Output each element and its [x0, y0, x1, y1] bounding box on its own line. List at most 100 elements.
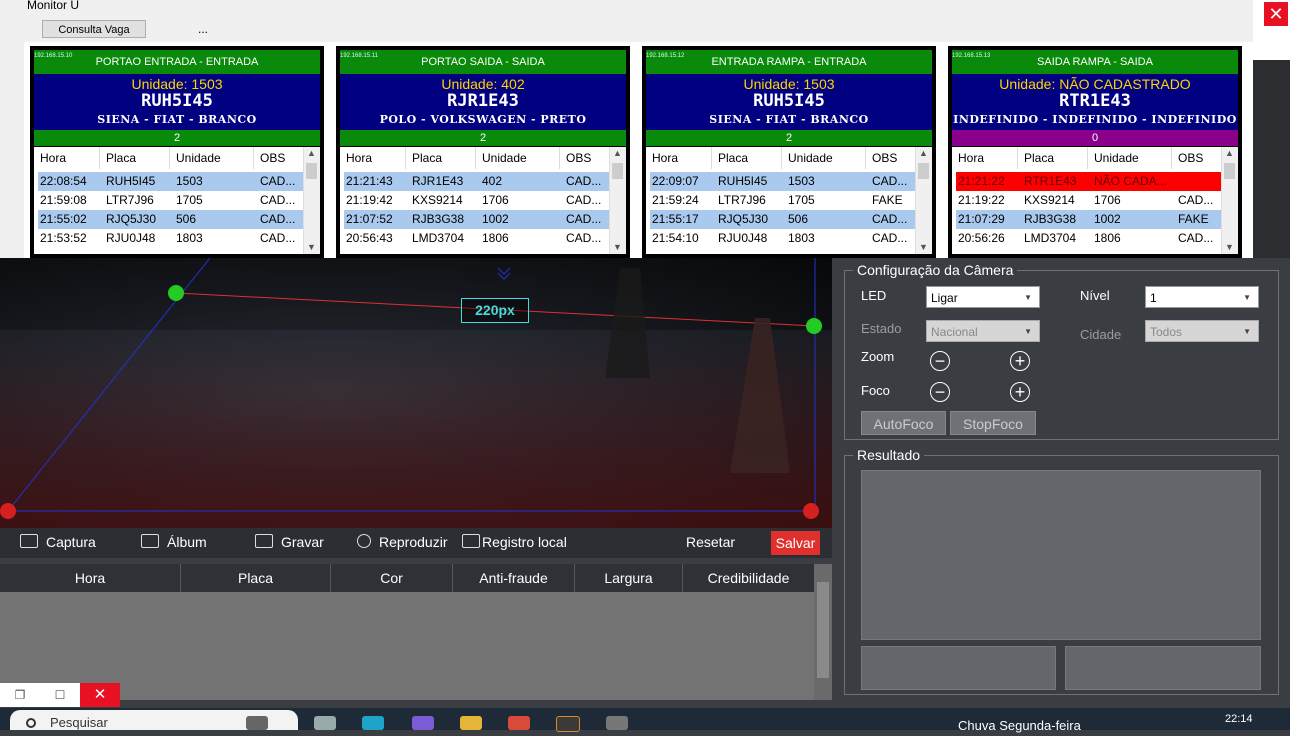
chevron-down-icon[interactable]: ▼	[307, 242, 316, 252]
panel-row[interactable]: 21:59:08 LTR7J96 1705 CAD...	[38, 191, 304, 210]
col-credibilidade[interactable]: Credibilidade	[683, 564, 814, 592]
panel-row[interactable]: 21:54:10 RJU0J48 1803 CAD...	[650, 229, 916, 248]
col-cor[interactable]: Cor	[331, 564, 453, 592]
panel-row[interactable]: 21:21:22 RTR1E43 NÃO CADA...	[956, 172, 1222, 191]
scroll-thumb[interactable]	[612, 163, 623, 179]
copilot-icon[interactable]	[412, 716, 434, 730]
chevron-up-icon[interactable]: ▲	[1225, 148, 1234, 158]
panel-row[interactable]: 21:55:17 RJQ5J30 506 CAD...	[650, 210, 916, 229]
nivel-select[interactable]: 1 ▼	[1145, 286, 1259, 308]
panel-col-header[interactable]: Placa	[1018, 147, 1088, 169]
panel-row[interactable]: 21:55:02 RJQ5J30 506 CAD...	[38, 210, 304, 229]
panel-col-header[interactable]: Placa	[712, 147, 782, 169]
estado-select[interactable]: Nacional ▼	[926, 320, 1040, 342]
salvar-button[interactable]: Salvar	[771, 531, 820, 555]
stopfoco-button[interactable]: StopFoco	[950, 411, 1036, 435]
restore-icon[interactable]: ❐	[0, 683, 40, 707]
col-placa[interactable]: Placa	[181, 564, 331, 592]
panel-row[interactable]: 21:07:29 RJB3G38 1002 FAKE	[956, 210, 1222, 229]
camera-toolbar: Captura Álbum Gravar Reproduzir Registro…	[0, 528, 832, 558]
panel-scrollbar[interactable]: ▲ ▼	[303, 147, 320, 254]
chevron-up-icon[interactable]: ▲	[919, 148, 928, 158]
scroll-thumb[interactable]	[306, 163, 317, 179]
col-anti-fraude[interactable]: Anti-fraude	[453, 564, 575, 592]
chevron-down-icon[interactable]: ▼	[1225, 242, 1234, 252]
weather-widget[interactable]: Chuva Segunda-feira	[958, 718, 1081, 733]
chevron-up-icon[interactable]: ▲	[613, 148, 622, 158]
panel-row[interactable]: 20:56:26 LMD3704 1806 CAD...	[956, 229, 1222, 248]
panel-scrollbar[interactable]: ▲ ▼	[1221, 147, 1238, 254]
captura-button[interactable]: Captura	[20, 534, 96, 550]
results-table-body[interactable]	[0, 592, 814, 700]
panel-col-header[interactable]: Hora	[340, 147, 406, 169]
close-icon[interactable]: ✕	[1264, 2, 1288, 26]
panel-col-header[interactable]: Unidade	[1088, 147, 1172, 169]
panel-row[interactable]: 21:19:22 KXS9214 1706 CAD...	[956, 191, 1222, 210]
app-icon-2[interactable]	[606, 716, 628, 730]
panel-col-header[interactable]: OBS	[560, 147, 610, 169]
taskbar-clock[interactable]: 22:14	[1225, 713, 1253, 725]
close-icon-2[interactable]: ✕	[80, 683, 120, 707]
panel-row[interactable]: 21:59:24 LTR7J96 1705 FAKE	[650, 191, 916, 210]
measure-handle-left[interactable]	[168, 285, 184, 301]
led-select[interactable]: Ligar ▼	[926, 286, 1040, 308]
panel-col-header[interactable]: Hora	[34, 147, 100, 169]
maximize-icon[interactable]: ☐	[40, 683, 80, 707]
cidade-select[interactable]: Todos ▼	[1145, 320, 1259, 342]
panel-row[interactable]: 22:08:54 RUH5I45 1503 CAD...	[38, 172, 304, 191]
measure-handle-right[interactable]	[806, 318, 822, 334]
autofoco-button[interactable]: AutoFoco	[861, 411, 946, 435]
reproduzir-button[interactable]: Reproduzir	[357, 534, 447, 550]
more-menu[interactable]: ...	[198, 22, 208, 36]
chevron-down-icon[interactable]: ▼	[613, 242, 622, 252]
roi-handle-bottom-left[interactable]	[0, 503, 16, 519]
roi-overlay[interactable]	[0, 258, 832, 528]
registro-local-button[interactable]: Registro local	[462, 534, 567, 550]
zoom-in-icon[interactable]: +	[1010, 351, 1030, 371]
panel-row[interactable]: 21:07:52 RJB3G38 1002 CAD...	[344, 210, 610, 229]
panel-row[interactable]: 22:09:07 RUH5I45 1503 CAD...	[650, 172, 916, 191]
explorer-icon[interactable]	[460, 716, 482, 730]
panel-table[interactable]: Hora Placa Unidade OBS 22:08:54 RUH5I45 1503 CA…	[34, 147, 320, 254]
panel-row[interactable]: 21:21:43 RJR1E43 402 CAD...	[344, 172, 610, 191]
chrome-icon[interactable]	[508, 716, 530, 730]
panel-table[interactable]: Hora Placa Unidade OBS 21:21:22 RTR1E43 NÃO CA…	[952, 147, 1238, 254]
panel-row[interactable]: 21:19:42 KXS9214 1706 CAD...	[344, 191, 610, 210]
zoom-out-icon[interactable]: −	[930, 351, 950, 371]
panel-col-header[interactable]: OBS	[1172, 147, 1222, 169]
panel-col-header[interactable]: Hora	[646, 147, 712, 169]
panel-col-header[interactable]: Placa	[406, 147, 476, 169]
task-view-icon[interactable]	[314, 716, 336, 730]
resetar-button[interactable]: Resetar	[686, 534, 735, 550]
panel-col-header[interactable]: Unidade	[170, 147, 254, 169]
focus-out-icon[interactable]: −	[930, 382, 950, 402]
panel-col-header[interactable]: Placa	[100, 147, 170, 169]
focus-in-icon[interactable]: +	[1010, 382, 1030, 402]
panel-col-header[interactable]: Unidade	[476, 147, 560, 169]
roi-handle-bottom-right[interactable]	[803, 503, 819, 519]
gravar-button[interactable]: Gravar	[255, 534, 324, 550]
panel-col-header[interactable]: Hora	[952, 147, 1018, 169]
panel-col-header[interactable]: OBS	[254, 147, 304, 169]
panel-row[interactable]: 20:56:43 LMD3704 1806 CAD...	[344, 229, 610, 248]
results-scrollbar[interactable]	[814, 564, 832, 700]
col-hora[interactable]: Hora	[0, 564, 181, 592]
edge-icon[interactable]	[362, 716, 384, 730]
chevron-down-icon	[497, 267, 511, 275]
panel-table[interactable]: Hora Placa Unidade OBS 22:09:07 RUH5I45 1503 CA…	[646, 147, 932, 254]
panel-row[interactable]: 21:53:52 RJU0J48 1803 CAD...	[38, 229, 304, 248]
panel-table[interactable]: Hora Placa Unidade OBS 21:21:43 RJR1E43 402 CAD…	[340, 147, 626, 254]
panel-scrollbar[interactable]: ▲ ▼	[915, 147, 932, 254]
chevron-up-icon[interactable]: ▲	[307, 148, 316, 158]
col-largura[interactable]: Largura	[575, 564, 683, 592]
scroll-thumb[interactable]	[1224, 163, 1235, 179]
panel-scrollbar[interactable]: ▲ ▼	[609, 147, 626, 254]
scroll-thumb[interactable]	[918, 163, 929, 179]
camera-app-icon[interactable]	[246, 716, 268, 730]
consulta-vaga-button[interactable]: Consulta Vaga	[42, 20, 146, 38]
panel-col-header[interactable]: Unidade	[782, 147, 866, 169]
scroll-thumb[interactable]	[817, 582, 829, 678]
panel-col-header[interactable]: OBS	[866, 147, 916, 169]
album-button[interactable]: Álbum	[141, 534, 207, 550]
chevron-down-icon[interactable]: ▼	[919, 242, 928, 252]
